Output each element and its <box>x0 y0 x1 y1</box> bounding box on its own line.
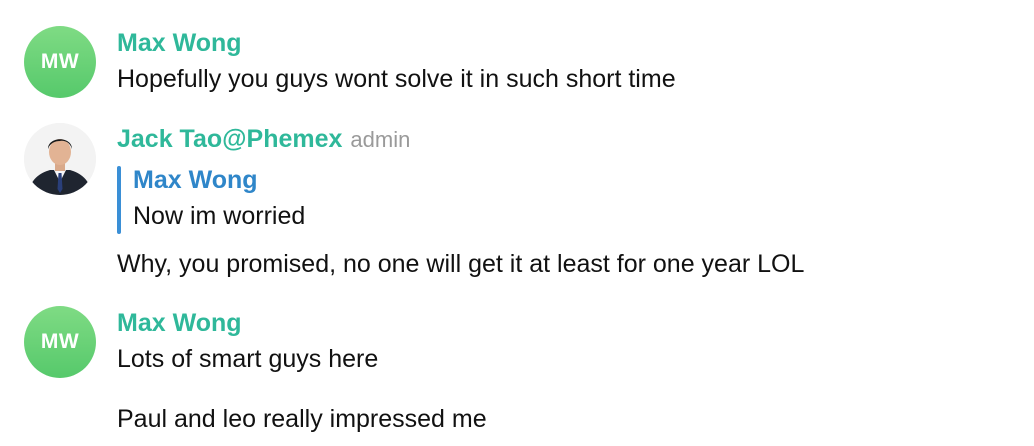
avatar-initials: MW <box>40 330 80 353</box>
avatar[interactable]: MW <box>24 306 96 378</box>
message-group: MW Max Wong Lots of smart guys here Paul… <box>0 0 1034 446</box>
message-text: Paul and leo really impressed me <box>117 405 487 433</box>
sender-name[interactable]: Max Wong <box>117 309 242 338</box>
message-text: Lots of smart guys here <box>117 345 379 373</box>
